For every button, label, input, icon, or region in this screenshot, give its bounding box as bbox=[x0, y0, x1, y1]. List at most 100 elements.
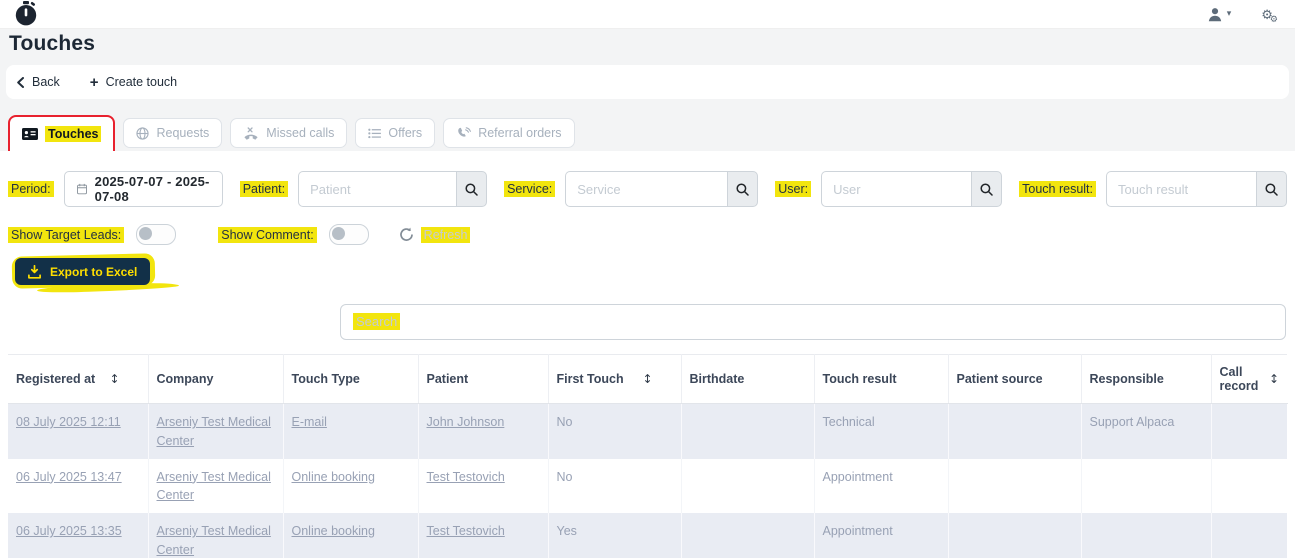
column-header-patient_source: Patient source bbox=[948, 354, 1082, 404]
registered_at-link[interactable]: 06 July 2025 13:35 bbox=[16, 524, 122, 538]
download-icon bbox=[28, 264, 41, 279]
referral-phone-icon bbox=[456, 126, 472, 140]
refresh-button[interactable]: Refresh bbox=[399, 226, 471, 243]
column-label: Company bbox=[156, 372, 214, 386]
touch_type-link[interactable]: Online booking bbox=[292, 524, 375, 538]
table-row: 08 July 2025 12:11 Arseniy Test Medical C… bbox=[8, 403, 1288, 459]
column-label: First Touch bbox=[556, 372, 624, 386]
column-header-birthdate: Birthdate bbox=[681, 354, 815, 404]
sort-icon[interactable]: ↕ bbox=[109, 372, 119, 386]
user-input[interactable] bbox=[821, 171, 972, 207]
back-button[interactable]: Back bbox=[16, 75, 60, 89]
stopwatch-logo-icon[interactable] bbox=[14, 1, 38, 27]
export-to-excel-button[interactable]: Export to Excel bbox=[15, 258, 151, 285]
column-header-responsible: Responsible bbox=[1081, 354, 1212, 404]
tab-missed-calls[interactable]: Missed calls bbox=[230, 118, 348, 148]
filter-user: User: bbox=[775, 171, 1003, 207]
filter-service: Service: bbox=[504, 171, 759, 207]
column-label: Call record bbox=[1219, 365, 1259, 393]
patient-input[interactable] bbox=[298, 171, 457, 207]
company-link[interactable]: Arseniy Test Medical Center bbox=[157, 415, 271, 448]
column-header-call_record[interactable]: Call record ↕ bbox=[1211, 354, 1287, 404]
cell-patient: John Johnson bbox=[418, 403, 549, 459]
top-bar: ▾ ⚙⚙ bbox=[0, 0, 1295, 29]
tab-label: Requests bbox=[156, 126, 210, 140]
column-header-touch_result: Touch result bbox=[814, 354, 949, 404]
period-date-range-input[interactable]: 2025-07-07 - 2025-07-08 bbox=[63, 171, 223, 207]
gears-settings-icon[interactable]: ⚙⚙ bbox=[1261, 6, 1281, 25]
cell-patient: Test Testovich bbox=[418, 458, 549, 513]
touches-page: ▾ ⚙⚙ Touches Back + Create touch Touches… bbox=[0, 0, 1295, 558]
service-label: Service: bbox=[504, 181, 556, 197]
search-icon bbox=[1265, 182, 1278, 196]
toggle-knob bbox=[331, 227, 345, 240]
title-bar: Touches bbox=[0, 29, 1295, 65]
page-title: Touches bbox=[9, 32, 96, 55]
refresh-label: Refresh bbox=[420, 226, 471, 243]
filter-period: Period: 2025-07-07 - 2025-07-08 bbox=[8, 171, 223, 207]
cell-birthdate bbox=[681, 458, 815, 513]
create-touch-button[interactable]: + Create touch bbox=[90, 75, 177, 90]
service-search-button[interactable] bbox=[727, 171, 759, 207]
show-target-leads-toggle[interactable] bbox=[136, 224, 177, 245]
search-input[interactable] bbox=[341, 305, 1285, 339]
user-menu-button[interactable]: ▾ bbox=[1207, 7, 1232, 22]
cell-registered_at: 06 July 2025 13:47 bbox=[8, 458, 149, 513]
show-target-leads-label: Show Target Leads: bbox=[8, 226, 125, 243]
touch_type-link[interactable]: Online booking bbox=[292, 470, 375, 484]
cell-first_touch: No bbox=[548, 403, 682, 459]
cell-company: Arseniy Test Medical Center bbox=[148, 513, 284, 558]
tab-touches[interactable]: Touches bbox=[8, 115, 116, 151]
cell-birthdate bbox=[681, 513, 815, 558]
globe-icon bbox=[136, 126, 150, 140]
chevron-left-icon bbox=[17, 76, 24, 88]
sort-icon[interactable]: ↕ bbox=[642, 372, 652, 386]
cell-call_record bbox=[1211, 459, 1287, 514]
show-comment-toggle[interactable] bbox=[328, 224, 369, 245]
cell-touch_type: Online booking bbox=[283, 513, 419, 558]
person-icon bbox=[1208, 7, 1221, 21]
sort-icon[interactable]: ↕ bbox=[1269, 372, 1279, 386]
search-icon bbox=[465, 182, 478, 196]
column-label: Birthdate bbox=[689, 372, 745, 386]
cell-call_record bbox=[1211, 403, 1288, 459]
column-header-registered_at[interactable]: Registered at ↕ bbox=[8, 354, 149, 404]
tab-label: Touches bbox=[45, 126, 102, 142]
search-row: Search bbox=[340, 304, 1286, 340]
user-search-button[interactable] bbox=[971, 171, 1003, 207]
patient-link[interactable]: Test Testovich bbox=[427, 470, 505, 484]
cell-company: Arseniy Test Medical Center bbox=[148, 403, 284, 459]
column-header-first_touch[interactable]: First Touch ↕ bbox=[548, 354, 682, 404]
table-header-row: Registered at ↕ Company Touch Type Patient Fi… bbox=[8, 354, 1287, 404]
patient-search-button[interactable] bbox=[456, 171, 488, 207]
tab-referral-orders[interactable]: Referral orders bbox=[443, 118, 575, 148]
column-label: Touch result bbox=[822, 372, 897, 386]
touch-result-label: Touch result: bbox=[1019, 181, 1096, 197]
touch_type-link[interactable]: E-mail bbox=[292, 415, 327, 429]
touch-result-input[interactable] bbox=[1106, 171, 1256, 207]
cell-touch_type: E-mail bbox=[283, 403, 419, 459]
chevron-down-icon: ▾ bbox=[1226, 8, 1232, 19]
tab-requests[interactable]: Requests bbox=[123, 118, 223, 148]
patient-link[interactable]: John Johnson bbox=[427, 415, 505, 429]
registered_at-link[interactable]: 06 July 2025 13:47 bbox=[16, 470, 122, 484]
company-link[interactable]: Arseniy Test Medical Center bbox=[157, 524, 271, 557]
cell-responsible bbox=[1081, 513, 1212, 558]
registered_at-link[interactable]: 08 July 2025 12:11 bbox=[16, 415, 121, 429]
contact-card-icon bbox=[22, 128, 38, 140]
tab-label: Referral orders bbox=[478, 126, 562, 140]
touch-result-search-button[interactable] bbox=[1256, 171, 1287, 207]
touches-table-wrap: Registered at ↕ Company Touch Type Patient Fi… bbox=[8, 354, 1288, 558]
show-comment-label: Show Comment: bbox=[218, 226, 317, 243]
export-area: Export to Excel bbox=[11, 253, 180, 294]
topbar-actions: ▾ ⚙⚙ bbox=[1207, 6, 1281, 25]
patient-link[interactable]: Test Testovich bbox=[427, 524, 505, 538]
company-link[interactable]: Arseniy Test Medical Center bbox=[157, 470, 271, 503]
touches-table: Registered at ↕ Company Touch Type Patient Fi… bbox=[8, 354, 1288, 558]
tab-offers[interactable]: Offers bbox=[355, 118, 436, 148]
service-input[interactable] bbox=[565, 171, 728, 207]
cell-responsible: Support Alpaca bbox=[1081, 403, 1212, 459]
toggles-row: Show Target Leads: Show Comment: Refresh bbox=[8, 224, 1295, 245]
cell-birthdate bbox=[681, 403, 815, 459]
action-toolbar: Back + Create touch bbox=[6, 65, 1289, 99]
